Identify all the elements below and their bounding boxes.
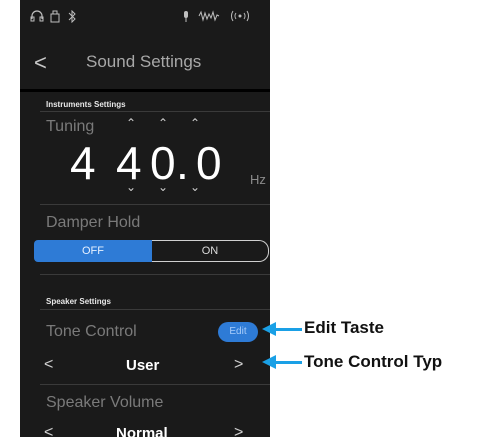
damper-hold-toggle: OFF ON [34, 240, 270, 262]
tone-control-value: User [126, 357, 160, 374]
speaker-volume-prev-button[interactable]: < [44, 424, 53, 437]
damper-on-button[interactable]: ON [152, 240, 269, 262]
callout-edit-label: Edit Taste [304, 318, 384, 337]
damper-hold-label: Damper Hold [46, 214, 141, 231]
bluetooth-icon [68, 9, 76, 26]
tuning-digit2-down-icon[interactable]: ⌄ [158, 180, 168, 194]
callout-arrow-line [274, 328, 302, 331]
headphones-icon [30, 10, 44, 25]
tuning-digit1-up-icon[interactable]: ⌃ [126, 116, 136, 130]
mic-icon [182, 10, 190, 26]
device-screen: < Sound Settings Instruments Settings Tu… [20, 0, 270, 437]
tuning-digit3-up-icon[interactable]: ⌃ [190, 116, 200, 130]
tuning-digit1-down-icon[interactable]: ⌄ [126, 180, 136, 194]
tuning-digit2-up-icon[interactable]: ⌃ [158, 116, 168, 130]
status-bar [20, 0, 270, 36]
divider [40, 111, 270, 112]
usb-icon [50, 10, 60, 26]
tuning-digit3-down-icon[interactable]: ⌄ [190, 180, 200, 194]
tone-control-next-button[interactable]: > [234, 356, 243, 374]
tuning-decimal-point: . [176, 137, 189, 189]
speaker-volume-label: Speaker Volume [46, 394, 164, 411]
speaker-volume-next-button[interactable]: > [234, 424, 243, 437]
tone-control-prev-button[interactable]: < [44, 356, 53, 374]
tuning-label: Tuning [46, 118, 95, 135]
speaker-volume-value: Normal [116, 425, 168, 437]
waveform-icon [198, 10, 220, 25]
tuning-unit: Hz [250, 172, 266, 187]
back-button[interactable]: < [34, 50, 47, 76]
callout-arrow-line [274, 361, 302, 364]
header: < Sound Settings [20, 44, 270, 80]
callout-type-label: Tone Control Typ [304, 352, 443, 371]
divider [40, 274, 270, 275]
tone-control-label: Tone Control [46, 323, 137, 340]
divider [40, 309, 270, 310]
panel-divider [20, 89, 270, 92]
divider [40, 384, 270, 385]
section-label-speaker: Speaker Settings [46, 297, 111, 306]
page-title: Sound Settings [86, 52, 202, 71]
tuning-digit-1: 4 [70, 137, 96, 189]
damper-off-button[interactable]: OFF [34, 240, 152, 262]
divider [40, 204, 270, 205]
tone-control-edit-button[interactable]: Edit [218, 322, 258, 342]
wireless-icon [230, 10, 250, 25]
section-label-instruments: Instruments Settings [46, 100, 126, 109]
